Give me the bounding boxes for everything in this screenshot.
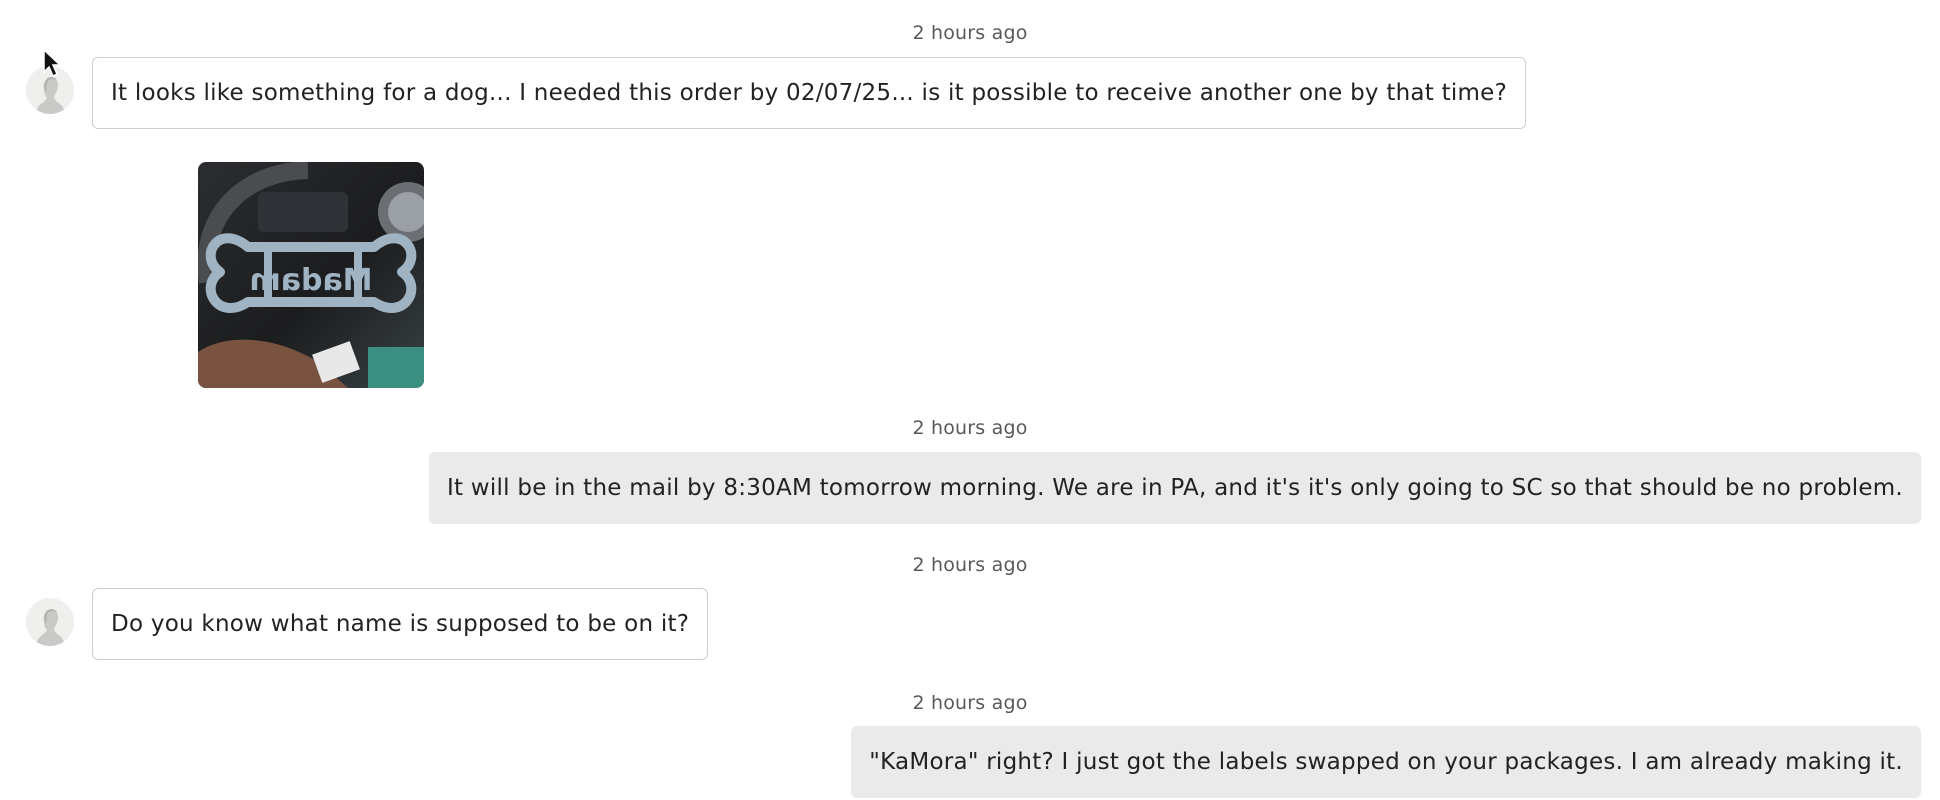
message-thread: 2 hours ago It looks like something for …: [0, 0, 1940, 800]
message-text: Do you know what name is supposed to be …: [111, 611, 690, 637]
message-timestamp: 2 hours ago: [912, 554, 1028, 576]
message-timestamp: 2 hours ago: [912, 22, 1028, 44]
mouse-pointer-icon: [43, 48, 62, 78]
buyer-avatar[interactable]: [26, 598, 74, 646]
seller-message-bubble: It will be in the mail by 8:30AM tomorro…: [428, 452, 1921, 524]
user-avatar-icon: [26, 598, 74, 646]
message-timestamp: 2 hours ago: [912, 417, 1028, 439]
message-attachment-photo[interactable]: Madam: [198, 162, 424, 388]
message-timestamp: 2 hours ago: [912, 692, 1028, 714]
dog-bone-name-tag-photo: Madam: [198, 162, 424, 388]
seller-message-bubble: "KaMora" right? I just got the labels sw…: [851, 726, 1921, 798]
photo-name-text: Madam: [249, 263, 372, 298]
message-text: "KaMora" right? I just got the labels sw…: [869, 749, 1903, 775]
message-text: It will be in the mail by 8:30AM tomorro…: [446, 475, 1903, 501]
message-text: It looks like something for a dog... I n…: [111, 80, 1508, 106]
buyer-message-bubble: Do you know what name is supposed to be …: [92, 588, 709, 660]
buyer-message-bubble: It looks like something for a dog... I n…: [92, 57, 1527, 129]
